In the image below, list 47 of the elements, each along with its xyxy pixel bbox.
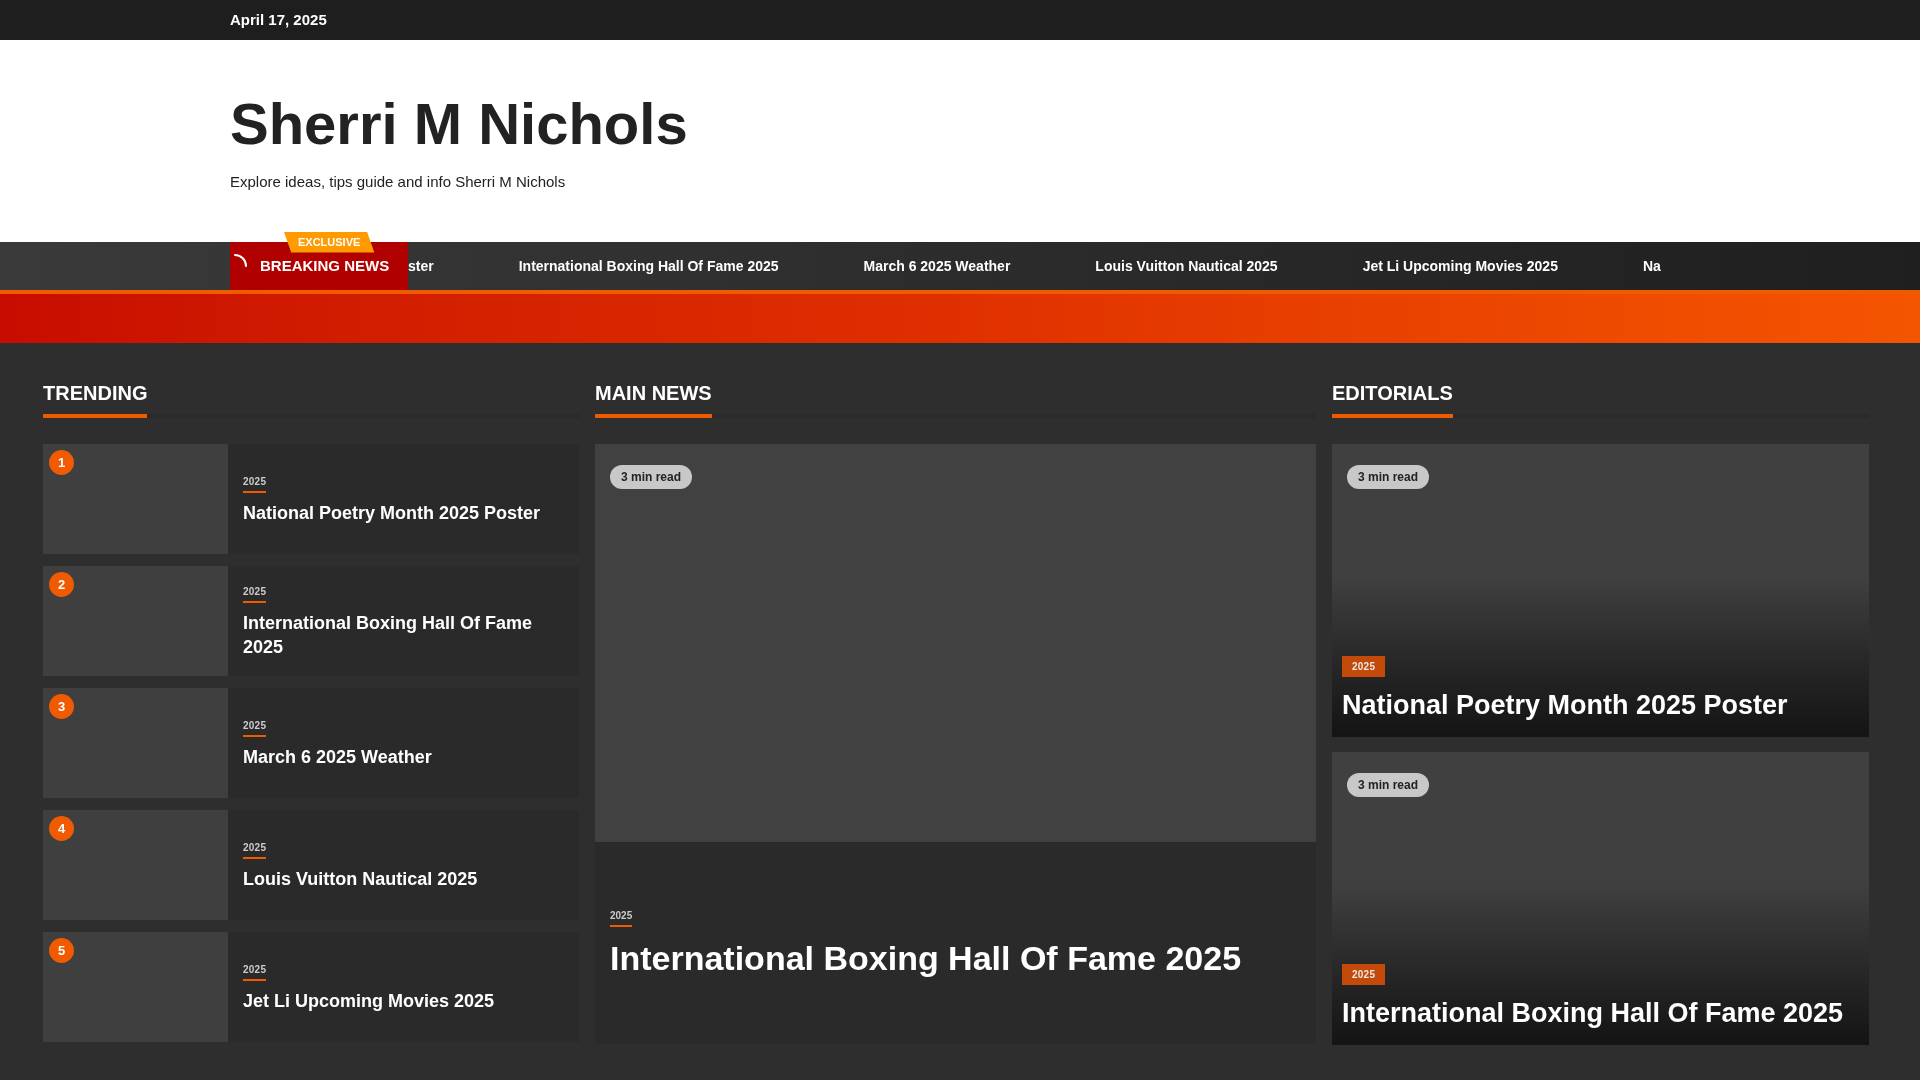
article-title[interactable]: International Boxing Hall Of Fame 2025 [243,610,564,659]
main-news-card[interactable]: 3 min read 2025 International Boxing Hall Of Fame 2025 [595,444,1316,1044]
category-tag[interactable]: 2025 [1342,964,1386,986]
trending-card[interactable]: 3 2025 March 6 2025 Weather [43,688,579,798]
article-title[interactable]: National Poetry Month 2025 Poster [1342,689,1859,723]
section-heading: MAIN NEWS [595,381,712,418]
article-title[interactable]: International Boxing Hall Of Fame 2025 [1342,997,1859,1031]
ticker-link[interactable]: Jet Li Upcoming Movies 2025 [1362,255,1558,277]
trending-card[interactable]: 2 2025 International Boxing Hall Of Fame 2025 [43,566,579,676]
exclusive-badge: EXCLUSIVE [284,232,375,253]
article-title[interactable]: Jet Li Upcoming Movies 2025 [243,988,495,1013]
trending-card[interactable]: 5 2025 Jet Li Upcoming Movies 2025 [43,932,579,1042]
ticker-link[interactable]: ster [408,255,434,277]
rank-badge: 1 [49,450,74,475]
category-tag[interactable]: 2025 [243,961,267,981]
date-text: April 17, 2025 [230,9,327,30]
trending-card[interactable]: 4 2025 Louis Vuitton Nautical 2025 [43,810,579,920]
breaking-news-label: BREAKING NEWS [260,255,390,276]
category-tag[interactable]: 2025 [1342,656,1386,678]
editorial-card[interactable]: 3 min read 2025 International Boxing Hall Of Fame 2025 [1332,752,1869,1045]
rank-badge: 5 [49,938,74,963]
site-tagline: Explore ideas, tips guide and info Sherri M Nichols [230,171,567,192]
section-heading: EDITORIALS [1332,381,1453,418]
rank-badge: 2 [49,572,74,597]
trending-card[interactable]: 1 2025 National Poetry Month 2025 Poster [43,444,579,554]
ticker-link[interactable]: International Boxing Hall Of Fame 2025 [518,255,779,277]
read-time-pill: 3 min read [1347,465,1430,489]
category-tag[interactable]: 2025 [243,473,267,493]
article-title[interactable]: International Boxing Hall Of Fame 2025 [610,937,1301,980]
spinner-icon [232,252,250,270]
category-tag[interactable]: 2025 [243,583,267,603]
ticker-link[interactable]: Na [1642,255,1661,277]
category-tag[interactable]: 2025 [610,908,633,927]
ticker-link[interactable]: March 6 2025 Weather [863,255,1011,277]
category-tag[interactable]: 2025 [243,717,267,737]
site-title[interactable]: Sherri M Nichols [230,94,1920,153]
read-time-pill: 3 min read [1347,773,1430,797]
read-time-pill: 3 min read [610,465,693,489]
rank-badge: 4 [49,816,74,841]
section-heading: TRENDING [43,381,148,418]
category-tag[interactable]: 2025 [243,839,267,859]
article-title[interactable]: National Poetry Month 2025 Poster [243,500,541,525]
editorial-card[interactable]: 3 min read 2025 National Poetry Month 2025 Poster [1332,444,1869,737]
ticker-link[interactable]: Louis Vuitton Nautical 2025 [1095,255,1278,277]
article-title[interactable]: Louis Vuitton Nautical 2025 [243,866,478,891]
article-title[interactable]: March 6 2025 Weather [243,744,432,769]
rank-badge: 3 [49,694,74,719]
